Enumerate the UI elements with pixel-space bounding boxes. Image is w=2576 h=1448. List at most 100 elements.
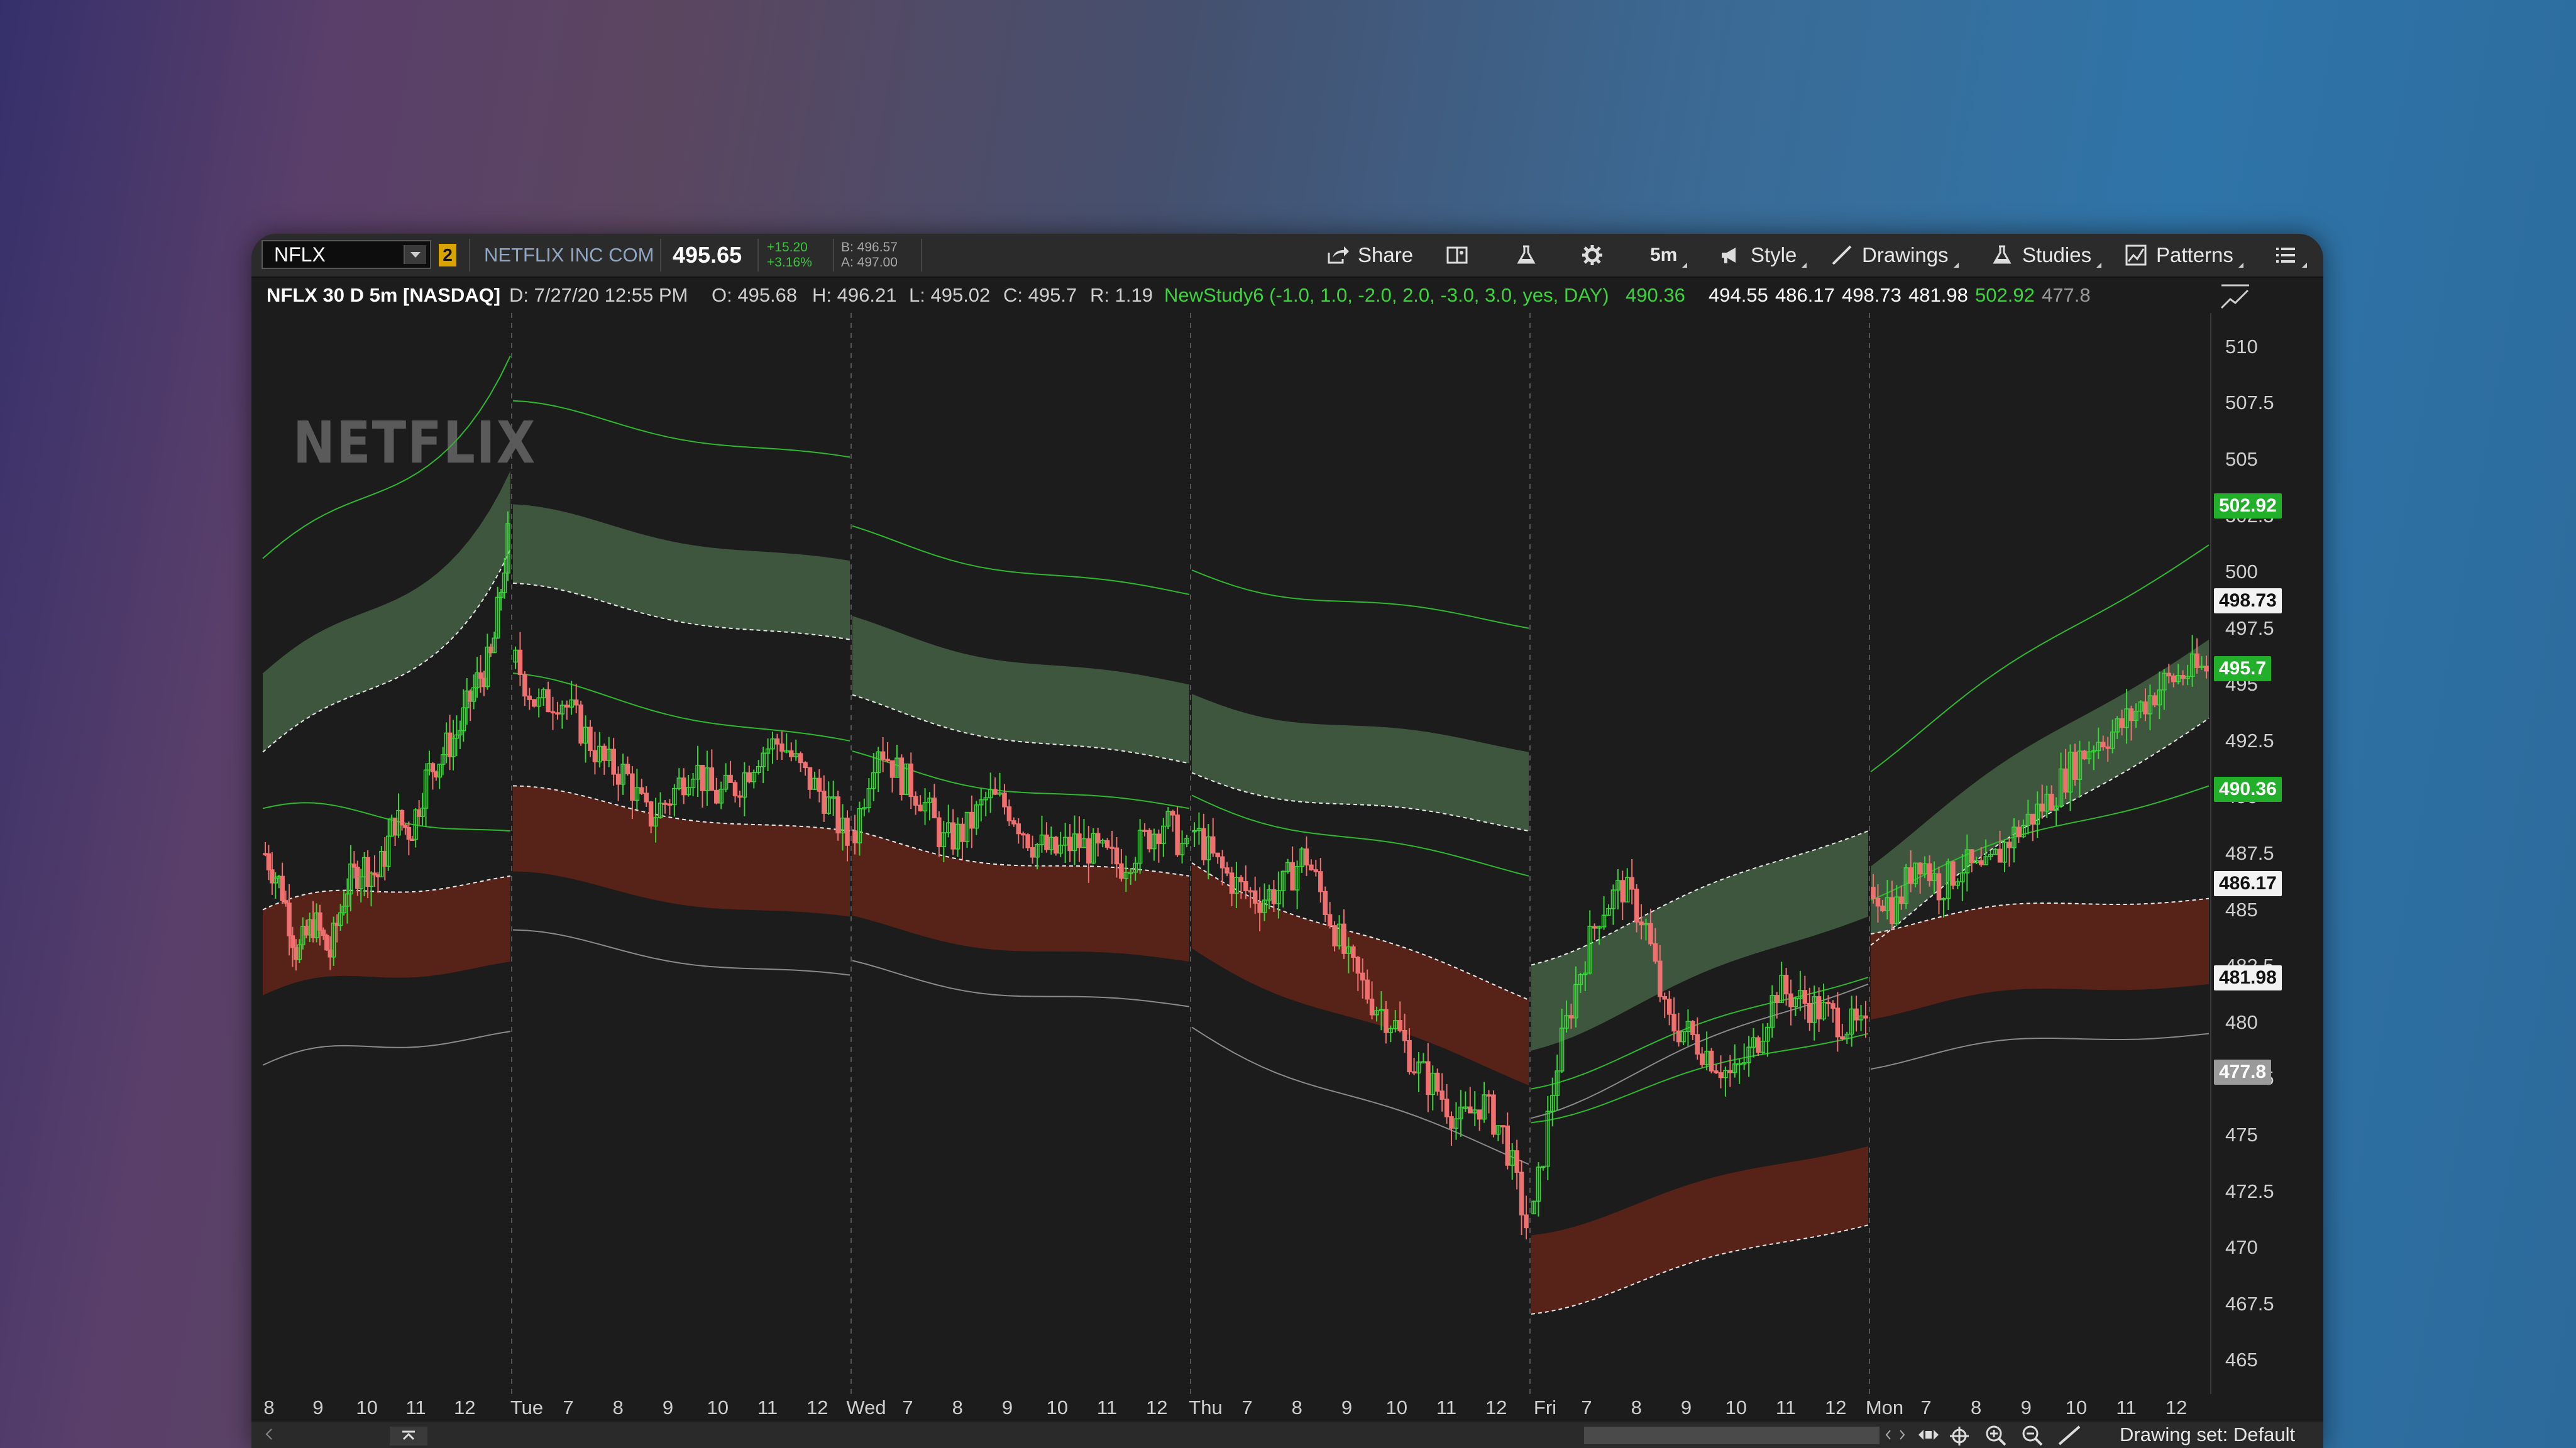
draw-line-icon[interactable] (2057, 1424, 2082, 1447)
time-tick-label: 7 (1581, 1396, 1592, 1418)
time-tick-label: 7 (1241, 1396, 1253, 1418)
candle-body (1917, 862, 1923, 875)
candle-body (555, 712, 560, 715)
candle-body (1854, 1008, 1859, 1021)
candle-body (550, 711, 556, 714)
candle-body (798, 753, 803, 764)
time-tick-label: 11 (405, 1396, 426, 1418)
link-group-badge[interactable]: 2 (439, 244, 456, 266)
candle-body (1634, 889, 1639, 923)
pan-horizontal-icon[interactable] (1916, 1425, 1941, 1444)
study-value-2: 486.17 (1775, 284, 1835, 306)
time-tick-label: 8 (1631, 1396, 1642, 1418)
candle-body (1219, 856, 1225, 869)
candle-body (1802, 990, 1808, 1004)
candle-body (317, 912, 322, 931)
candle-body (648, 801, 654, 827)
drawings-button[interactable]: Drawings (1830, 234, 1959, 277)
candle-body (2119, 718, 2125, 728)
vwap-line (512, 672, 850, 742)
candle-body (1248, 890, 1253, 893)
settings-button[interactable] (1581, 234, 1604, 277)
time-tick-label: 10 (1046, 1396, 1068, 1418)
zoom-in-icon[interactable] (1984, 1424, 2009, 1447)
style-button[interactable]: Style (1719, 234, 1807, 277)
candle-body (2194, 653, 2199, 668)
candle-body (2180, 675, 2186, 679)
zoom-out-icon[interactable] (2020, 1424, 2045, 1447)
patterns-button[interactable]: Patterns (2125, 234, 2243, 277)
share-button[interactable]: Share (1326, 234, 1413, 277)
timeframe-button[interactable]: 5m (1650, 234, 1688, 277)
chevron-down-icon[interactable] (404, 245, 426, 264)
candle-body (1514, 1150, 1519, 1173)
price-tag: 486.17 (2214, 870, 2282, 896)
price-tag: 481.98 (2214, 965, 2282, 990)
bid-ask: B: 496.57 A: 497.00 (841, 234, 898, 277)
chart-plot[interactable] (261, 313, 2210, 1394)
price-tick-label: 510 (2225, 335, 2258, 358)
price-tag: 490.36 (2214, 776, 2282, 802)
candle-body (737, 795, 742, 798)
time-tick-label: 10 (707, 1396, 729, 1418)
candle-body (1439, 1090, 1445, 1100)
price-tag: 502.92 (2214, 493, 2282, 519)
outer-upper-line (852, 525, 1190, 595)
candle-body (1225, 867, 1230, 874)
candle-body (1215, 852, 1220, 858)
candle-body (1109, 847, 1115, 849)
candle-body (2143, 701, 2148, 715)
bid-value: B: 496.57 (841, 240, 898, 255)
outer-lower-line (512, 929, 850, 976)
drawing-set-label[interactable]: Drawing set: Default (2120, 1422, 2295, 1448)
time-tick-label: 10 (2065, 1396, 2088, 1418)
candle-body (602, 745, 607, 761)
price-tick-label: 492.5 (2225, 729, 2274, 752)
time-axis[interactable]: 8 9 10 11 12 Tue 7 8 9 10 11 12 Wed 7 8 9 10 11 12 Thu 7 8 9 10… (261, 1390, 2210, 1422)
candle-body (1709, 1050, 1714, 1072)
studies-button[interactable]: Studies (1991, 234, 2102, 277)
menu-button[interactable] (2274, 234, 2307, 277)
candle-body (1025, 834, 1030, 848)
study-value-6: 477.8 (2042, 284, 2091, 306)
book-icon (1446, 246, 1468, 264)
candle-body (880, 751, 886, 760)
candle-body (1002, 793, 1007, 808)
price-axis[interactable]: 510507.5505502.5500497.5495492.5490487.5… (2210, 313, 2318, 1394)
candle-body (1468, 1106, 1473, 1114)
flask-button[interactable] (1515, 234, 1538, 277)
scroll-arrows-icon[interactable] (1883, 1428, 1908, 1442)
candle-body (1351, 946, 1356, 958)
collapse-handle[interactable] (390, 1427, 427, 1445)
candle-body (1863, 1015, 1868, 1019)
study-value-1: 494.55 (1709, 284, 1768, 306)
candle-body (1653, 943, 1658, 962)
price-chart[interactable]: NETFLIX (261, 313, 2210, 1394)
crosshair-icon[interactable] (1949, 1425, 1970, 1447)
price-tick-label: 505 (2225, 447, 2258, 470)
study-value-0: 490.36 (1626, 284, 1685, 306)
study-value-5: 502.92 (1975, 284, 2035, 306)
divider (921, 239, 922, 272)
upper-band-fill (1871, 639, 2209, 946)
candle-body (1524, 1214, 1529, 1229)
time-tick-label: 8 (952, 1396, 963, 1418)
candle-body (1871, 887, 1876, 899)
candle-body (2128, 708, 2134, 721)
candle-body (1783, 975, 1789, 995)
candle-body (2063, 768, 2068, 793)
timeframe-label: 5m (1650, 244, 1678, 265)
symbol-selector[interactable]: NFLX (261, 240, 431, 269)
candle-body (625, 764, 630, 775)
horizontal-scrollbar[interactable] (1584, 1427, 1880, 1444)
candle-body (478, 672, 483, 679)
candle-body (1313, 869, 1319, 872)
candle-body (1639, 921, 1644, 926)
chart-expand-icon[interactable] (2219, 283, 2252, 310)
candle-body (1695, 1034, 1700, 1055)
candle-body (324, 935, 329, 951)
data-box-button[interactable] (1446, 234, 1468, 277)
last-price: 495.65 (673, 242, 742, 268)
time-tick-label: 7 (1920, 1396, 1932, 1418)
scroll-left-icon[interactable] (264, 1428, 274, 1440)
